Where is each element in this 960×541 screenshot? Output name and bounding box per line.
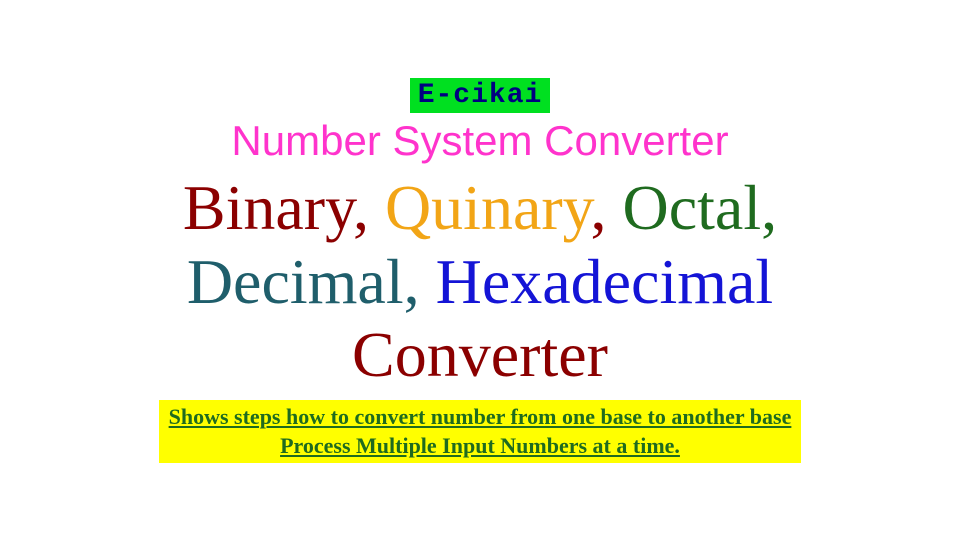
system-binary: Binary <box>183 172 353 243</box>
comma: , <box>761 172 777 243</box>
systems-heading: Binary, Quinary, Octal, Decimal, Hexadec… <box>183 171 777 392</box>
comma: , <box>404 246 436 317</box>
brand-badge: E-cikai <box>410 78 551 113</box>
footer-line2: Process Multiple Input Numbers at a time… <box>280 433 680 458</box>
footer-description: Shows steps how to convert number from o… <box>159 400 802 463</box>
page-title: Number System Converter <box>231 117 728 165</box>
system-quinary: Quinary <box>385 172 591 243</box>
system-hexadecimal: Hexadecimal <box>436 246 774 317</box>
system-octal: Octal <box>623 172 762 243</box>
comma: , <box>591 172 623 243</box>
converter-word: Converter <box>352 319 608 390</box>
footer-line1: Shows steps how to convert number from o… <box>169 404 792 429</box>
system-decimal: Decimal <box>187 246 404 317</box>
comma: , <box>353 172 385 243</box>
